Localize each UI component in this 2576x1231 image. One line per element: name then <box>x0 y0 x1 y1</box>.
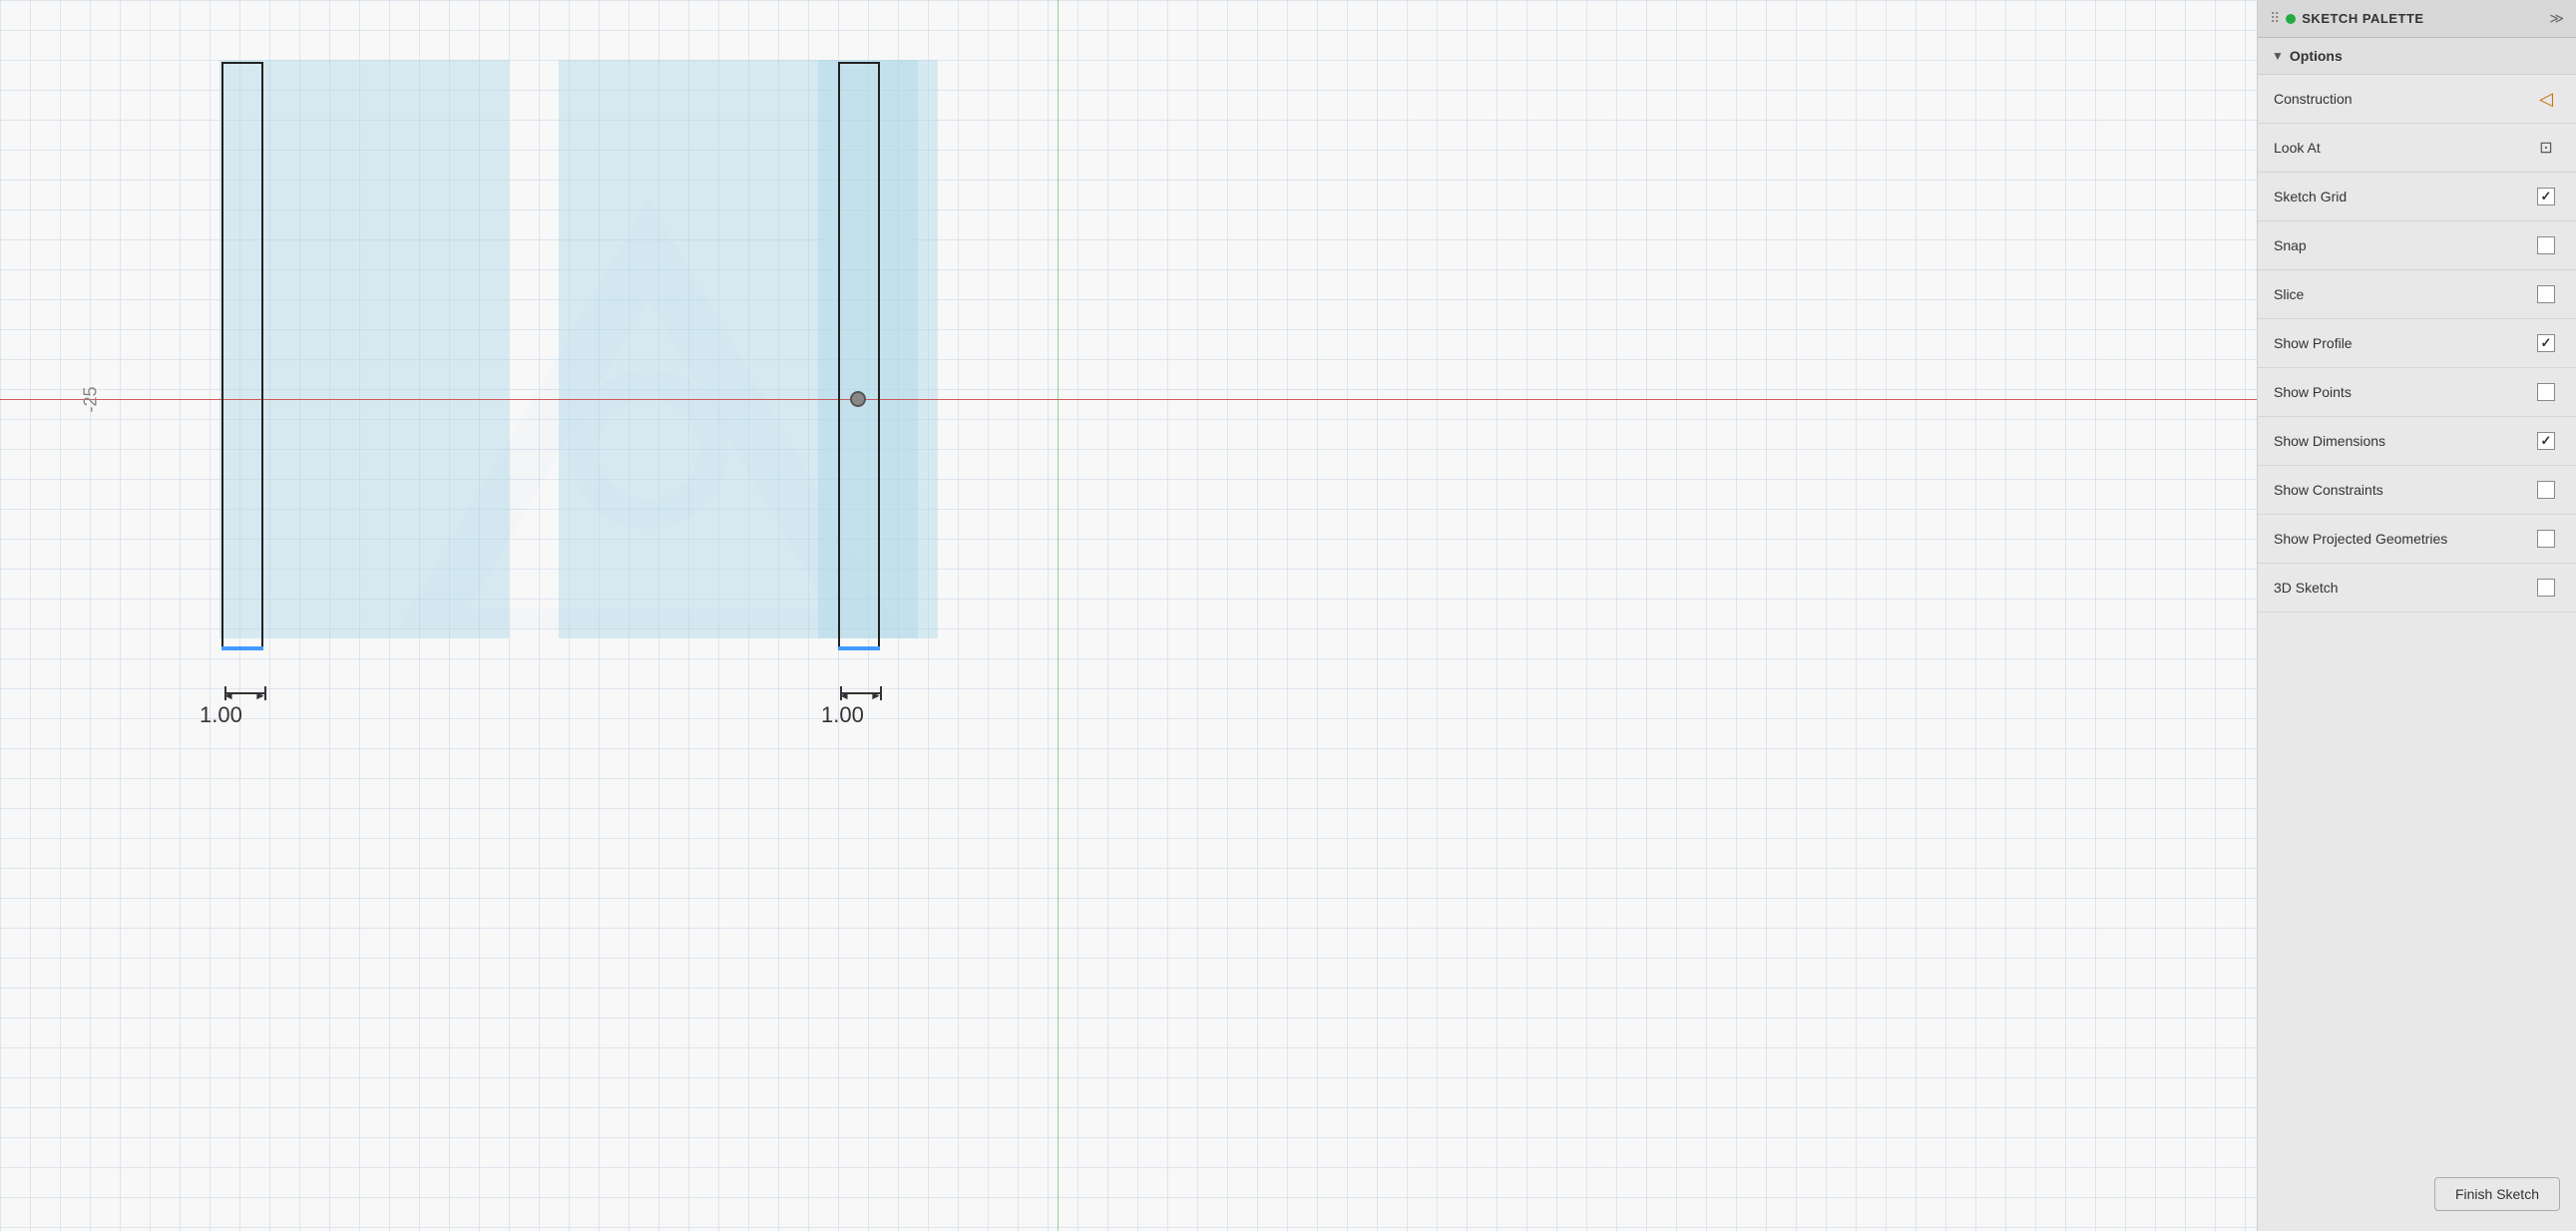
option-row-show-points: Show Points <box>2258 368 2576 417</box>
3d-sketch-checkbox[interactable] <box>2532 574 2560 602</box>
section-arrow-icon: ▼ <box>2272 49 2284 63</box>
snap-checkbox[interactable] <box>2532 231 2560 259</box>
checkbox-sketch-grid[interactable] <box>2537 188 2555 205</box>
panel-header: ⠿ SKETCH PALETTE ≫ <box>2258 0 2576 38</box>
show-points-checkbox[interactable] <box>2532 378 2560 406</box>
option-label-snap: Snap <box>2274 237 2307 253</box>
option-label-show-dimensions: Show Dimensions <box>2274 433 2385 449</box>
checkbox-show-dimensions[interactable] <box>2537 432 2555 450</box>
option-row-show-dimensions: Show Dimensions <box>2258 417 2576 466</box>
checkbox-3d-sketch[interactable] <box>2537 579 2555 597</box>
show-dimensions-checkbox[interactable] <box>2532 427 2560 455</box>
show-profile-checkbox[interactable] <box>2532 329 2560 357</box>
option-row-construction: Construction ◁ <box>2258 75 2576 124</box>
option-row-slice: Slice <box>2258 270 2576 319</box>
option-label-show-profile: Show Profile <box>2274 335 2353 351</box>
option-label-show-constraints: Show Constraints <box>2274 482 2383 498</box>
point-marker <box>850 391 866 407</box>
horizontal-axis <box>0 399 2257 400</box>
option-label-show-points: Show Points <box>2274 384 2352 400</box>
option-row-show-profile: Show Profile <box>2258 319 2576 368</box>
checkbox-show-points[interactable] <box>2537 383 2555 401</box>
look-at-control[interactable]: ⊡ <box>2532 134 2560 162</box>
canvas-area[interactable]: -25 ◄ ► 1.00 ◄ ► 1.00 <box>0 0 2257 1231</box>
finish-sketch-button[interactable]: Finish Sketch <box>2434 1177 2560 1211</box>
option-label-3d-sketch: 3D Sketch <box>2274 580 2339 596</box>
sketch-rect-left <box>221 62 263 650</box>
checkbox-show-projected[interactable] <box>2537 530 2555 548</box>
section-title-options: Options <box>2290 48 2343 64</box>
option-label-sketch-grid: Sketch Grid <box>2274 189 2347 205</box>
panel-title: SKETCH PALETTE <box>2302 11 2423 26</box>
sketch-grid-checkbox[interactable] <box>2532 183 2560 210</box>
option-label-construction: Construction <box>2274 91 2353 107</box>
panel-expand-icon[interactable]: ≫ <box>2549 10 2564 27</box>
option-row-snap: Snap <box>2258 221 2576 270</box>
option-label-look-at: Look At <box>2274 140 2321 156</box>
option-label-show-projected: Show Projected Geometries <box>2274 531 2447 547</box>
checkbox-show-profile[interactable] <box>2537 334 2555 352</box>
construction-icon: ◁ <box>2539 89 2553 110</box>
checkbox-snap[interactable] <box>2537 236 2555 254</box>
option-row-3d-sketch: 3D Sketch <box>2258 564 2576 613</box>
checkbox-show-constraints[interactable] <box>2537 481 2555 499</box>
slice-checkbox[interactable] <box>2532 280 2560 308</box>
blue-highlight-right <box>838 646 880 650</box>
blue-highlight-left <box>221 646 263 650</box>
section-header-options[interactable]: ▼ Options <box>2258 38 2576 75</box>
option-row-look-at: Look At ⊡ <box>2258 124 2576 173</box>
show-constraints-checkbox[interactable] <box>2532 476 2560 504</box>
panel-content: ▼ Options Construction ◁ Look At ⊡ Sketc… <box>2258 38 2576 1231</box>
option-label-slice: Slice <box>2274 286 2304 302</box>
construction-control[interactable]: ◁ <box>2532 85 2560 113</box>
panel-grip-icon[interactable]: ⠿ <box>2270 10 2280 27</box>
panel-header-left: ⠿ SKETCH PALETTE <box>2270 10 2424 27</box>
sketch-rect-right <box>838 62 880 650</box>
panel-status-dot <box>2286 14 2296 24</box>
show-projected-checkbox[interactable] <box>2532 525 2560 553</box>
option-row-show-projected: Show Projected Geometries <box>2258 515 2576 564</box>
vertical-axis <box>1058 0 1059 1231</box>
sketch-palette-panel: ⠿ SKETCH PALETTE ≫ ▼ Options Constructio… <box>2257 0 2576 1231</box>
axis-y-label: -25 <box>81 386 102 412</box>
option-row-sketch-grid: Sketch Grid <box>2258 173 2576 221</box>
checkbox-slice[interactable] <box>2537 285 2555 303</box>
option-row-show-constraints: Show Constraints <box>2258 466 2576 515</box>
look-at-icon: ⊡ <box>2539 138 2552 158</box>
